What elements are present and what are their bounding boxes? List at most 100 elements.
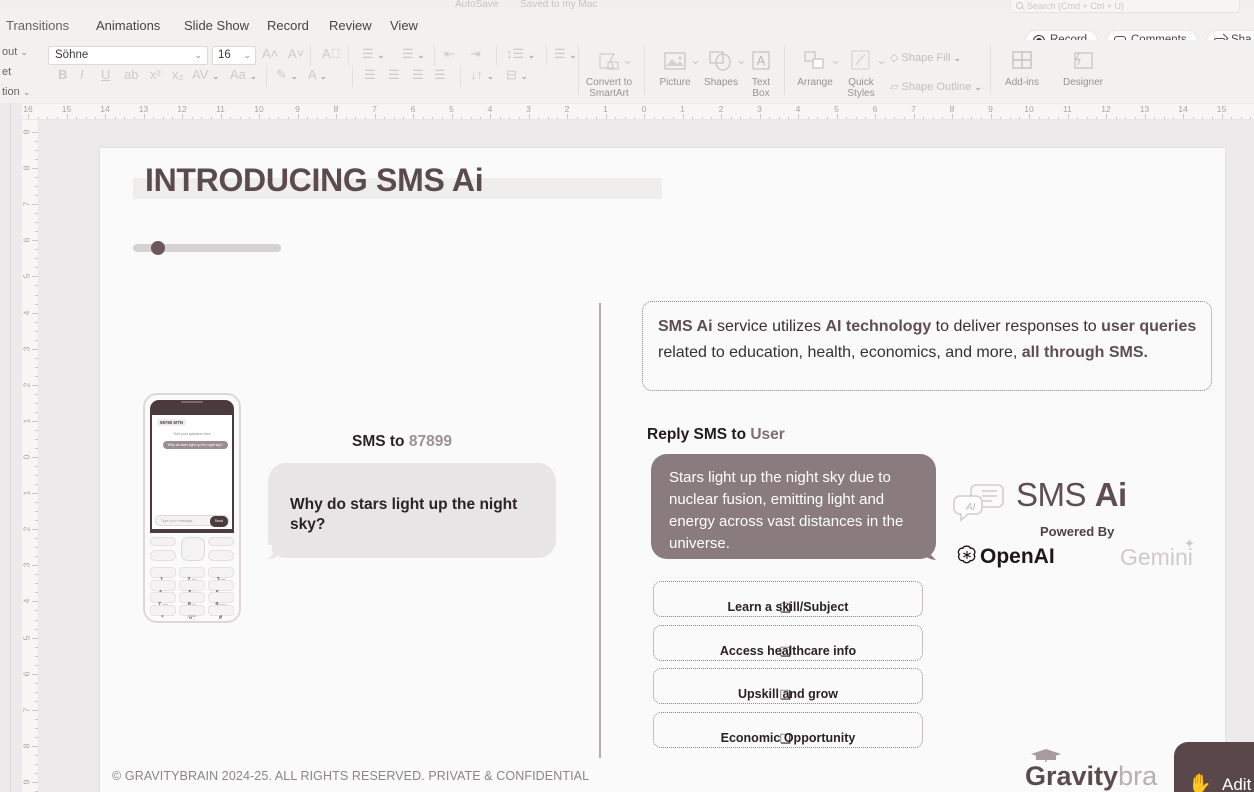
chevron-down-icon[interactable]: ⌄ <box>876 52 887 68</box>
font-color-button[interactable]: A ⌄ <box>308 67 327 82</box>
align-text-button[interactable]: ⊟ ⌄ <box>506 67 528 83</box>
designer-button[interactable]: Designer <box>1056 48 1110 89</box>
tab-record[interactable]: Record <box>267 18 309 33</box>
slide-canvas[interactable]: INTRODUCING SMS Ai 58760 MTN Text your q… <box>39 120 1254 792</box>
phone-input-placeholder: Type your message... <box>161 518 196 523</box>
phone-user-bubble: Why do stars light up the night sky? <box>162 441 228 449</box>
layout-dropdown[interactable]: out ⌄ <box>2 46 28 58</box>
chat-bubbles-icon: AI <box>952 482 1010 526</box>
ruler-tick <box>32 745 38 747</box>
line-spacing-button[interactable]: ↕☰ ⌄ <box>506 46 535 62</box>
chevron-down-icon[interactable]: ⌄ <box>194 47 202 64</box>
ruler-tick <box>35 231 38 233</box>
autosave-label[interactable]: AutoSave <box>455 0 498 10</box>
ruler-tick-label: 8 <box>22 743 32 749</box>
ruler-tick <box>35 556 38 558</box>
search-input[interactable]: Search (Cmd + Ctrl + U) <box>1010 0 1240 13</box>
ruler-tick-label: 10 <box>1024 104 1034 114</box>
reply-label: Reply SMS to User <box>647 426 785 444</box>
chevron-down-icon[interactable]: ⌄ <box>243 47 251 64</box>
option-upskill[interactable]: ❑ Upskill and grow <box>653 668 923 704</box>
increase-indent-button[interactable]: ⇥ <box>470 46 481 62</box>
shape-fill-button[interactable]: ◇ Shape Fill ⌄ <box>890 51 961 64</box>
search-placeholder: Search (Cmd + Ctrl + U) <box>1027 1 1125 11</box>
ruler-tick <box>35 303 38 305</box>
justify-button[interactable]: ☰ <box>434 67 446 83</box>
reset-button[interactable]: et <box>2 66 11 78</box>
tab-view[interactable]: View <box>390 18 418 33</box>
clear-formatting-button[interactable]: A⃠ <box>322 46 340 61</box>
shrink-font-button[interactable]: A˅ <box>288 46 304 61</box>
text-box-button[interactable]: A Text Box <box>734 48 788 99</box>
text-direction-button[interactable]: ☰ ⌄ <box>554 46 577 62</box>
ruler-tick-label: 2 <box>718 104 724 114</box>
ruler-tick <box>35 682 38 684</box>
ribbon-tab-bar: Transitions Animations Slide Show Record… <box>0 14 1254 51</box>
shape-outline-button[interactable]: ▱ Shape Outline ⌄ <box>890 80 982 93</box>
add-ins-button[interactable]: Add-ins <box>995 48 1049 89</box>
subscript-button[interactable]: x₂ <box>172 67 184 82</box>
phone-key: 4ghi <box>150 579 176 596</box>
option-label: Access healthcare info <box>719 644 857 658</box>
align-center-button[interactable]: ☰ <box>388 67 400 83</box>
page-title[interactable]: INTRODUCING SMS Ai <box>145 162 484 199</box>
ruler-tick <box>35 375 38 377</box>
ruler-tick-label: 5 <box>22 274 32 279</box>
underline-button[interactable]: U <box>101 67 110 82</box>
ruler-tick <box>35 366 38 368</box>
ruler-tick-label: 16 <box>23 104 33 114</box>
slider-knob[interactable] <box>151 241 165 255</box>
decrease-indent-button[interactable]: ⇤ <box>444 46 455 62</box>
tab-animations[interactable]: Animations <box>96 18 160 33</box>
desc-bold-5: user queries <box>1101 318 1197 335</box>
columns-button[interactable]: ↓↑ ⌄ <box>470 67 494 82</box>
ruler-tick <box>35 547 38 549</box>
tab-transitions[interactable]: Transitions <box>6 18 69 33</box>
change-case-button[interactable]: Aa ⌄ <box>230 67 257 82</box>
ruler-tick <box>35 249 38 251</box>
picture-icon <box>660 48 690 76</box>
phone-key: * <box>150 604 176 621</box>
align-left-button[interactable]: ☰ <box>364 67 376 83</box>
ruler-tick-label: 14 <box>1178 104 1188 114</box>
option-learn-skill[interactable]: ❑ Learn a skill/Subject <box>653 581 923 617</box>
superscript-button[interactable]: x² <box>150 67 161 82</box>
section-dropdown[interactable]: tion ⌄ <box>2 86 30 98</box>
ruler-tick-label: 4 <box>487 104 493 114</box>
ruler-tick <box>35 339 38 341</box>
tab-review[interactable]: Review <box>329 18 372 33</box>
ruler-tick <box>35 393 38 395</box>
reply-label-target: User <box>750 426 785 443</box>
ruler-tick-label: 10 <box>254 104 264 114</box>
ruler-tick-label: 9 <box>295 104 300 114</box>
vertical-ruler[interactable]: 9 8 7 6 5 4 3 2 1 0 1 2 3 4 5 6 7 8 9 <box>22 120 39 792</box>
font-name-input[interactable]: Söhne ⌄ <box>48 46 208 65</box>
horizontal-ruler[interactable]: 16 15 14 13 12 11 10 9 8 7 6 5 4 3 2 1 0 1 2 3 4 5 6 7 8 9 10 11 12 1… <box>22 103 1254 120</box>
phone-key: 1₋ <box>150 567 176 583</box>
text-highlight-button[interactable]: ✎ ⌄ <box>276 67 298 83</box>
ruler-tick-label: 1 <box>603 104 608 114</box>
option-economic[interactable]: ❑ Economic Opportunity <box>653 712 923 748</box>
slide[interactable]: INTRODUCING SMS Ai 58760 MTN Text your q… <box>100 148 1225 792</box>
shape-outline-label: Shape Outline <box>901 81 972 93</box>
numbering-button[interactable]: ☰ ⌄ <box>402 46 425 62</box>
character-spacing-button[interactable]: AV ⌄ <box>192 67 220 82</box>
powerpoint-window: AutoSave Saved to my Mac Search (Cmd + C… <box>0 0 1254 792</box>
progress-slider[interactable] <box>133 241 281 255</box>
participant-overlay[interactable]: ✋ Adit <box>1174 742 1254 792</box>
sms-to-label: SMS to 87899 <box>352 433 452 451</box>
option-healthcare[interactable]: ❑ Access healthcare info <box>653 625 923 661</box>
tab-slide-show[interactable]: Slide Show <box>184 18 249 33</box>
font-size-input[interactable]: 16 ⌄ <box>212 46 256 65</box>
ruler-tick <box>35 258 38 260</box>
grow-font-button[interactable]: A˄ <box>262 46 278 61</box>
phone-key: 9wxyz <box>208 592 234 608</box>
bold-button[interactable]: B <box>58 67 67 82</box>
layout-label: out <box>2 46 18 58</box>
strikethrough-button[interactable]: ab <box>124 67 138 82</box>
align-right-button[interactable]: ☰ <box>412 67 424 83</box>
phone-send-button: Send <box>209 515 228 527</box>
bullets-button[interactable]: ☰ ⌄ <box>362 46 385 62</box>
chevron-down-icon[interactable]: ⌄ <box>622 52 633 68</box>
italic-button[interactable]: I <box>80 67 84 82</box>
